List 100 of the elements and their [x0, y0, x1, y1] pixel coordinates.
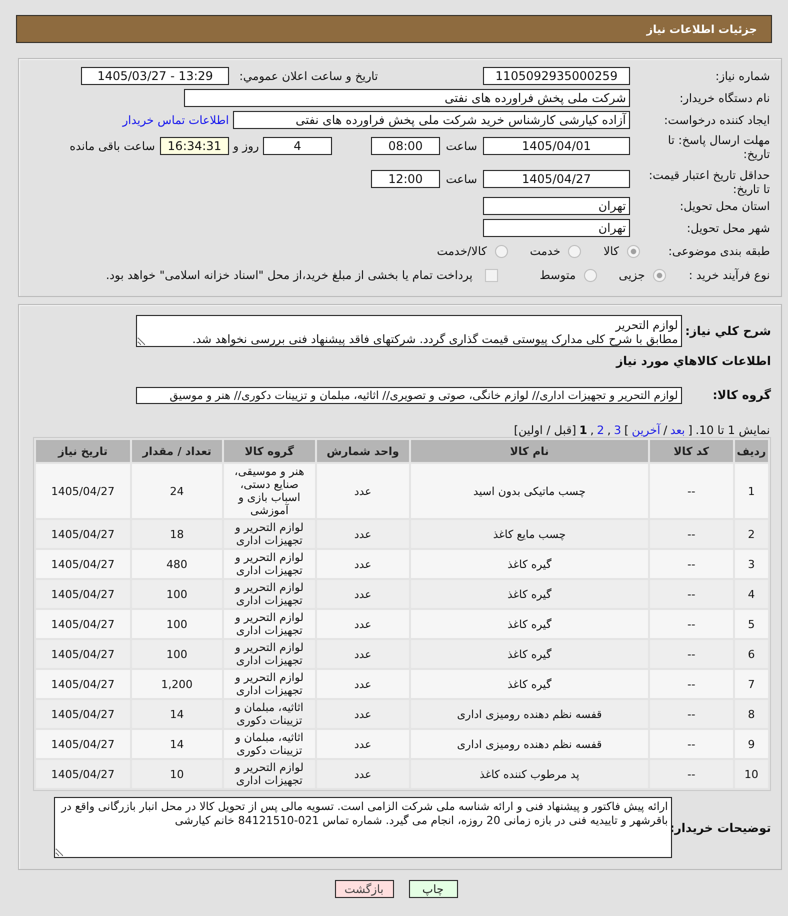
contact-link[interactable]: اطلاعات تماس خریدار	[122, 113, 229, 127]
field-label: مهلت ارسال پاسخ: تا تاریخ:	[666, 133, 770, 161]
table-cell: 1405/04/27	[36, 610, 130, 638]
radio-label: جزیی	[618, 268, 645, 282]
radio-button[interactable]	[653, 268, 666, 282]
table-cell: 14	[132, 700, 222, 728]
input-field[interactable]: آزاده کیارشی کارشناس خرید شرکت ملی پخش فراورده های نفتی	[233, 111, 630, 129]
pager-link[interactable]: آخرین	[632, 423, 660, 437]
table-cell: لوازم التحریر و تجهیزات اداری	[224, 550, 315, 578]
table-cell: 1405/04/27	[36, 520, 130, 548]
column-header: نام کالا	[411, 440, 648, 462]
table-cell: 480	[132, 550, 222, 578]
radio-label: کالا	[603, 244, 619, 258]
column-header: گروه کالا	[224, 440, 315, 462]
field-label: شماره نیاز:	[714, 69, 770, 83]
table-cell: لوازم التحریر و تجهیزات اداری	[224, 610, 315, 638]
table-cell: --	[650, 760, 733, 788]
input-field[interactable]: 1105092935000259	[483, 67, 630, 85]
table-cell: پد مرطوب کننده کاغذ	[411, 760, 648, 788]
table-cell: 7	[734, 670, 768, 698]
field-label: توضیحات خریدار:	[672, 820, 771, 834]
table-cell: لوازم التحریر و تجهیزات اداری	[224, 640, 315, 668]
field-label: طبقه بندی موضوعی:	[667, 244, 770, 258]
page-title: جزئیات اطلاعات نیاز	[646, 22, 757, 36]
input-field[interactable]: 1405/04/27	[483, 170, 630, 188]
section-heading: اطلاعات کالاهاي مورد نياز	[614, 354, 771, 368]
field-label: روز و	[232, 139, 260, 153]
input-field[interactable]: 12:00	[371, 170, 440, 188]
field-label: نام دستگاه خریدار:	[678, 91, 770, 105]
countdown-field[interactable]: 16:34:31	[160, 137, 229, 155]
table-cell: 10	[734, 760, 768, 788]
pager-text: [قبل / اولین]	[514, 423, 576, 437]
pager-summary: نمایش 1 تا 10.	[695, 423, 770, 437]
table-cell: 14	[132, 730, 222, 758]
table-cell: 2	[734, 520, 768, 548]
column-header: کد کالا	[650, 440, 733, 462]
table-cell: 1	[734, 464, 768, 518]
radio-button[interactable]	[568, 244, 582, 258]
table-cell: --	[650, 670, 733, 698]
input-field[interactable]: 1405/03/27 - 13:29	[81, 67, 230, 85]
table-cell: عدد	[316, 760, 410, 788]
table-cell: 1405/04/27	[36, 670, 130, 698]
table-cell: عدد	[316, 464, 410, 518]
table-cell: گیره کاغذ	[411, 610, 648, 638]
print-button[interactable]: چاپ	[408, 880, 458, 898]
table-cell: 9	[734, 730, 768, 758]
input-field[interactable]: شرکت ملی پخش فراورده های نفتی	[184, 89, 630, 107]
field-label: شهر محل تحویل:	[686, 221, 770, 235]
table-cell: 5	[734, 610, 768, 638]
table-cell: 18	[132, 520, 222, 548]
table-cell: 1405/04/27	[36, 640, 130, 668]
input-field[interactable]: 1405/04/01	[483, 137, 630, 155]
page-link[interactable]: 2	[596, 423, 604, 437]
table-cell: عدد	[316, 520, 410, 548]
radio-button[interactable]	[627, 244, 640, 258]
pager-text: ,	[607, 423, 611, 437]
radio-label: متوسط	[540, 268, 576, 282]
pager-link[interactable]: بعد	[670, 423, 685, 437]
pager-text: ,	[590, 423, 594, 437]
radio-button[interactable]	[494, 244, 508, 258]
radio-button[interactable]	[584, 268, 597, 282]
radio-label: کالا/خدمت	[436, 244, 487, 258]
column-header: ردیف	[734, 440, 768, 462]
input-field[interactable]: لوازم التحریر و تجهیزات اداری// لوازم خانگی، صوتی و تصویری// اثاثیه، مبلمان و تزیینات دکوری// هنر و موسیق	[136, 386, 682, 404]
table-cell: 10	[132, 760, 222, 788]
table-cell: قفسه نظم دهنده رومیزی اداری	[411, 700, 648, 728]
input-field[interactable]: 08:00	[371, 137, 440, 155]
table-cell: 1,200	[132, 670, 222, 698]
input-field[interactable]: تهران	[483, 219, 630, 237]
field-label: گروه کالا:	[712, 388, 771, 402]
table-cell: هنر و موسیقی، صنایع دستی، اسباب بازی و آموزشی	[224, 464, 315, 518]
field-label: استان محل تحویل:	[678, 199, 770, 213]
table-cell: گیره کاغذ	[411, 550, 648, 578]
checkbox[interactable]	[484, 268, 498, 282]
table-cell: --	[650, 580, 733, 608]
table-cell: 1405/04/27	[36, 700, 130, 728]
table-cell: چسب ماتیکی بدون اسید	[411, 464, 648, 518]
column-header: تاریخ نیاز	[36, 440, 130, 462]
page-link[interactable]: 3	[614, 423, 622, 437]
field-label: ایجاد کننده درخواست:	[663, 113, 770, 127]
checkbox-label: پرداخت تمام یا بخشی از مبلغ خرید،از محل "اسناد خزانه اسلامی" خواهد بود.	[106, 268, 473, 282]
table-cell: --	[650, 520, 733, 548]
input-field[interactable]: 4	[263, 137, 332, 155]
back-button[interactable]: بازگشت	[334, 880, 394, 898]
table-cell: --	[650, 640, 733, 668]
text-area[interactable]: ارائه پیش فاکتور و پیشنهاد فنی و ارائه شناسه ملی شرکت الزامی است. تسویه مالی پس از تحویل کالا در محل انبار بازرگانی واقع در باقرشهر و تاییدیه فنی در بازه زمانی 20 روزه، انجام می گیرد. شماره تماس 021-84121510 خانم کیارشی	[54, 797, 672, 858]
table-cell: --	[650, 550, 733, 578]
table-cell: اثاثیه، مبلمان و تزیینات دکوری	[224, 730, 315, 758]
table-cell: 24	[132, 464, 222, 518]
table-cell: 1405/04/27	[36, 580, 130, 608]
text-area[interactable]: لوازم التحریر مطابق با شرح کلی مدارک پیوستی قیمت گذاری گردد. شرکتهای فاقد پیشنهاد فنی بررسی نخواهد شد.	[136, 315, 682, 347]
table-cell: عدد	[316, 580, 410, 608]
table-cell: --	[650, 464, 733, 518]
table-cell: عدد	[316, 700, 410, 728]
table-cell: 4	[734, 580, 768, 608]
input-field[interactable]: تهران	[483, 197, 630, 215]
column-header: واحد شمارش	[316, 440, 410, 462]
pager-text: ]	[688, 423, 692, 437]
field-label: حداقل تاریخ اعتبار قیمت: تا تاریخ:	[648, 168, 770, 196]
table-cell: لوازم التحریر و تجهیزات اداری	[224, 580, 315, 608]
